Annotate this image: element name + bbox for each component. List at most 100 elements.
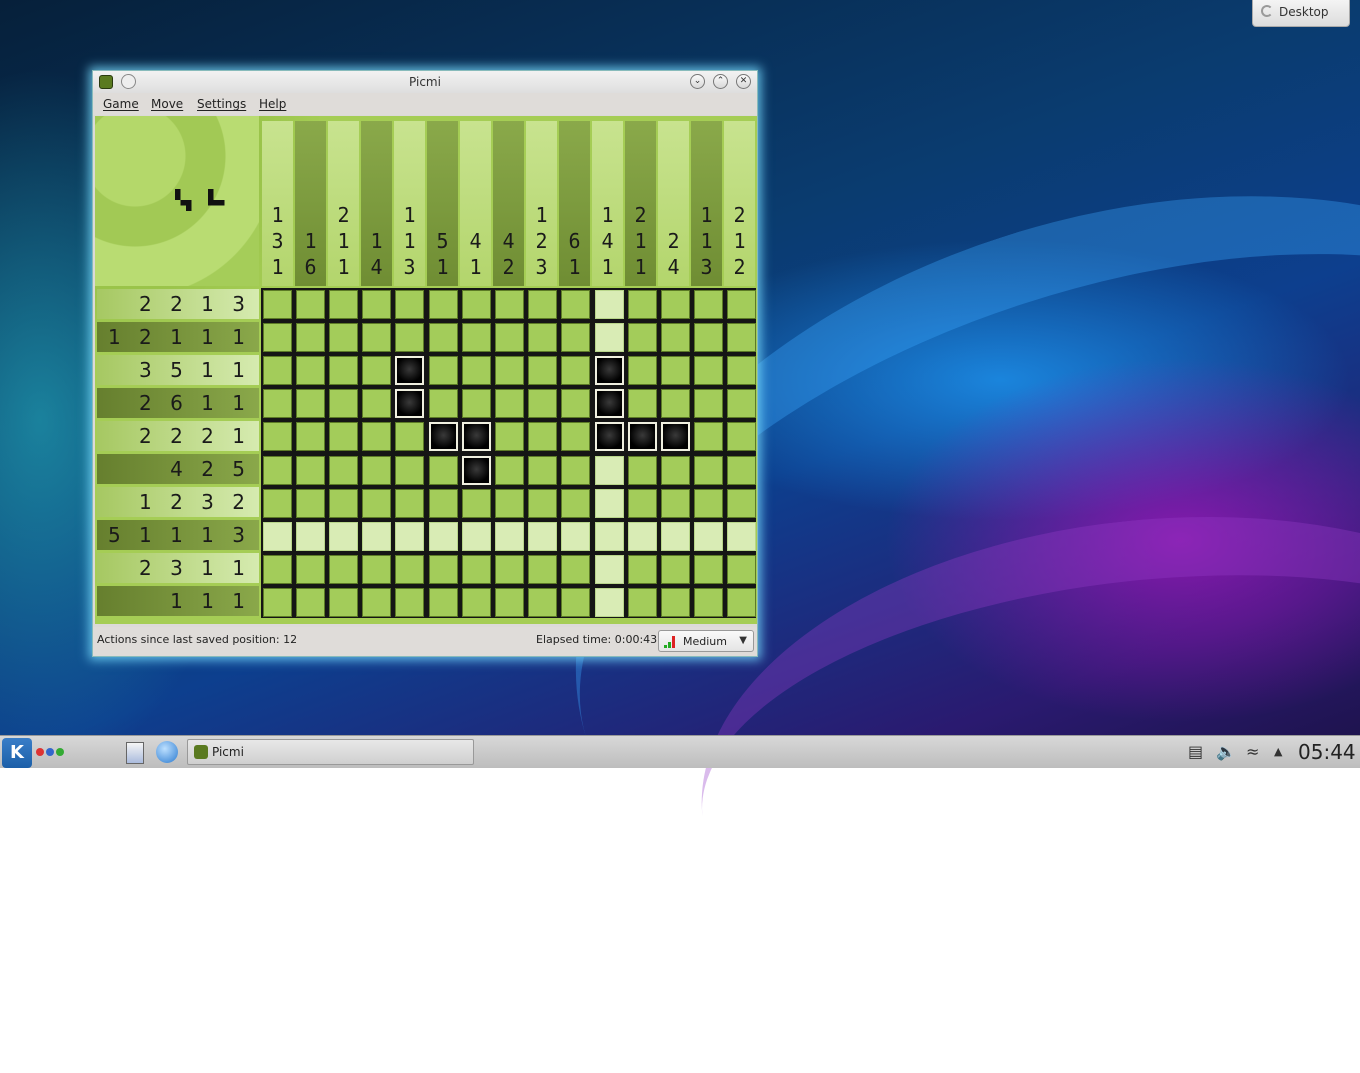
grid-cell[interactable]: [462, 323, 491, 352]
grid-cell[interactable]: [395, 555, 424, 584]
grid-cell[interactable]: [528, 389, 557, 418]
grid-cell[interactable]: [329, 389, 358, 418]
grid-cell[interactable]: [362, 356, 391, 385]
grid-cell[interactable]: [429, 588, 458, 617]
grid-cell[interactable]: [296, 356, 325, 385]
grid-cell[interactable]: [296, 422, 325, 451]
grid-cell[interactable]: [561, 323, 590, 352]
grid-cell[interactable]: [395, 456, 424, 485]
grid-cell[interactable]: [263, 356, 292, 385]
grid-cell[interactable]: [595, 422, 624, 451]
grid-cell[interactable]: [694, 456, 723, 485]
grid-cell[interactable]: [395, 389, 424, 418]
grid-cell[interactable]: [694, 422, 723, 451]
grid-cell[interactable]: [495, 389, 524, 418]
grid-cell[interactable]: [296, 389, 325, 418]
grid-cell[interactable]: [495, 456, 524, 485]
grid-cell[interactable]: [694, 555, 723, 584]
grid-cell[interactable]: [296, 290, 325, 319]
grid-cell[interactable]: [395, 356, 424, 385]
grid-cell[interactable]: [429, 422, 458, 451]
grid-cell[interactable]: [429, 323, 458, 352]
grid-cell[interactable]: [595, 323, 624, 352]
grid-cell[interactable]: [462, 422, 491, 451]
grid-cell[interactable]: [296, 588, 325, 617]
grid-cell[interactable]: [395, 588, 424, 617]
grid-cell[interactable]: [661, 290, 690, 319]
grid-cell[interactable]: [628, 389, 657, 418]
grid-cell[interactable]: [495, 323, 524, 352]
grid-cell[interactable]: [362, 489, 391, 518]
grid-cell[interactable]: [528, 356, 557, 385]
grid-cell[interactable]: [661, 456, 690, 485]
grid-cell[interactable]: [628, 323, 657, 352]
grid-cell[interactable]: [296, 323, 325, 352]
grid-cell[interactable]: [595, 588, 624, 617]
grid-cell[interactable]: [495, 555, 524, 584]
grid-cell[interactable]: [595, 489, 624, 518]
grid-cell[interactable]: [661, 422, 690, 451]
grid-cell[interactable]: [694, 356, 723, 385]
grid-cell[interactable]: [495, 522, 524, 551]
grid-cell[interactable]: [727, 588, 756, 617]
grid-cell[interactable]: [263, 489, 292, 518]
grid-cell[interactable]: [727, 456, 756, 485]
clock[interactable]: 05:44: [1298, 740, 1356, 764]
menu-game[interactable]: Game: [103, 97, 139, 111]
grid-cell[interactable]: [296, 522, 325, 551]
grid-cell[interactable]: [429, 456, 458, 485]
grid-cell[interactable]: [561, 555, 590, 584]
grid-cell[interactable]: [595, 389, 624, 418]
grid-cell[interactable]: [528, 489, 557, 518]
grid-cell[interactable]: [661, 489, 690, 518]
close-button[interactable]: ✕: [736, 74, 751, 89]
grid-cell[interactable]: [561, 522, 590, 551]
grid-cell[interactable]: [628, 588, 657, 617]
grid-cell[interactable]: [495, 588, 524, 617]
grid-cell[interactable]: [727, 290, 756, 319]
grid-cell[interactable]: [528, 422, 557, 451]
kde-menu-button[interactable]: K: [2, 738, 32, 768]
grid-cell[interactable]: [329, 555, 358, 584]
grid-cell[interactable]: [561, 489, 590, 518]
grid-cell[interactable]: [528, 555, 557, 584]
grid-cell[interactable]: [362, 588, 391, 617]
grid-cell[interactable]: [462, 489, 491, 518]
grid-cell[interactable]: [462, 555, 491, 584]
grid-cell[interactable]: [595, 356, 624, 385]
web-browser-icon[interactable]: [156, 741, 178, 763]
grid-cell[interactable]: [595, 555, 624, 584]
grid-cell[interactable]: [661, 522, 690, 551]
grid-cell[interactable]: [395, 422, 424, 451]
grid-cell[interactable]: [329, 489, 358, 518]
menu-settings[interactable]: Settings: [197, 97, 246, 111]
grid-cell[interactable]: [661, 555, 690, 584]
grid-cell[interactable]: [528, 323, 557, 352]
grid-cell[interactable]: [429, 290, 458, 319]
grid-cell[interactable]: [528, 522, 557, 551]
grid-cell[interactable]: [628, 422, 657, 451]
grid-cell[interactable]: [694, 389, 723, 418]
grid-cell[interactable]: [727, 422, 756, 451]
grid-cell[interactable]: [694, 588, 723, 617]
grid-cell[interactable]: [595, 290, 624, 319]
grid-cell[interactable]: [727, 555, 756, 584]
grid-cell[interactable]: [528, 456, 557, 485]
maximize-button[interactable]: ⌃: [713, 74, 728, 89]
file-manager-icon[interactable]: [126, 742, 144, 764]
grid-cell[interactable]: [661, 588, 690, 617]
grid-cell[interactable]: [561, 422, 590, 451]
grid-cell[interactable]: [628, 489, 657, 518]
grid-cell[interactable]: [329, 356, 358, 385]
grid-cell[interactable]: [462, 588, 491, 617]
grid-cell[interactable]: [694, 323, 723, 352]
grid-cell[interactable]: [462, 290, 491, 319]
grid-cell[interactable]: [727, 356, 756, 385]
desktop-toolbox-button[interactable]: Desktop: [1252, 0, 1350, 27]
grid-cell[interactable]: [495, 356, 524, 385]
grid-cell[interactable]: [462, 522, 491, 551]
grid-cell[interactable]: [263, 588, 292, 617]
grid-cell[interactable]: [628, 522, 657, 551]
grid-cell[interactable]: [362, 290, 391, 319]
grid-cell[interactable]: [263, 555, 292, 584]
